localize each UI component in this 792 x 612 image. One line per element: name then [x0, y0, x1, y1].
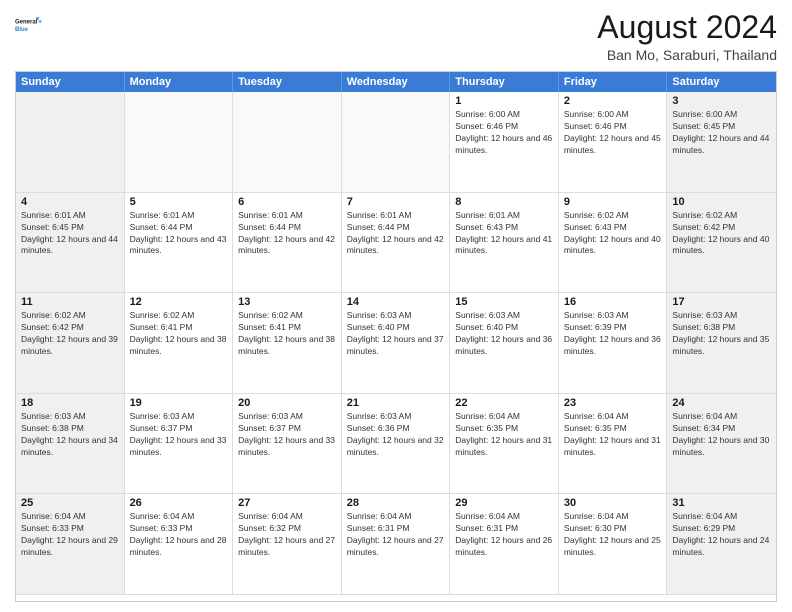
table-row: 22Sunrise: 6:04 AM Sunset: 6:35 PM Dayli…	[450, 394, 559, 495]
cell-content: Sunrise: 6:02 AM Sunset: 6:43 PM Dayligh…	[564, 210, 662, 258]
table-row: 30Sunrise: 6:04 AM Sunset: 6:30 PM Dayli…	[559, 494, 668, 595]
cell-content: Sunrise: 6:03 AM Sunset: 6:37 PM Dayligh…	[238, 411, 336, 459]
table-row: 8Sunrise: 6:01 AM Sunset: 6:43 PM Daylig…	[450, 193, 559, 294]
cell-content: Sunrise: 6:03 AM Sunset: 6:36 PM Dayligh…	[347, 411, 445, 459]
table-row	[125, 92, 234, 193]
table-row: 16Sunrise: 6:03 AM Sunset: 6:39 PM Dayli…	[559, 293, 668, 394]
cell-content: Sunrise: 6:03 AM Sunset: 6:39 PM Dayligh…	[564, 310, 662, 358]
cell-content: Sunrise: 6:04 AM Sunset: 6:31 PM Dayligh…	[347, 511, 445, 559]
table-row: 7Sunrise: 6:01 AM Sunset: 6:44 PM Daylig…	[342, 193, 451, 294]
cell-content: Sunrise: 6:00 AM Sunset: 6:45 PM Dayligh…	[672, 109, 771, 157]
table-row	[16, 92, 125, 193]
header-sunday: Sunday	[16, 72, 125, 92]
table-row: 28Sunrise: 6:04 AM Sunset: 6:31 PM Dayli…	[342, 494, 451, 595]
logo: General Blue	[15, 10, 45, 40]
svg-text:General: General	[15, 19, 38, 25]
header-tuesday: Tuesday	[233, 72, 342, 92]
header-friday: Friday	[559, 72, 668, 92]
table-row: 18Sunrise: 6:03 AM Sunset: 6:38 PM Dayli…	[16, 394, 125, 495]
cell-content: Sunrise: 6:04 AM Sunset: 6:33 PM Dayligh…	[21, 511, 119, 559]
cell-content: Sunrise: 6:01 AM Sunset: 6:44 PM Dayligh…	[130, 210, 228, 258]
table-row: 24Sunrise: 6:04 AM Sunset: 6:34 PM Dayli…	[667, 394, 776, 495]
header-wednesday: Wednesday	[342, 72, 451, 92]
table-row: 14Sunrise: 6:03 AM Sunset: 6:40 PM Dayli…	[342, 293, 451, 394]
cell-content: Sunrise: 6:04 AM Sunset: 6:32 PM Dayligh…	[238, 511, 336, 559]
table-row: 19Sunrise: 6:03 AM Sunset: 6:37 PM Dayli…	[125, 394, 234, 495]
cell-content: Sunrise: 6:03 AM Sunset: 6:37 PM Dayligh…	[130, 411, 228, 459]
main-title: August 2024	[597, 10, 777, 45]
table-row: 4Sunrise: 6:01 AM Sunset: 6:45 PM Daylig…	[16, 193, 125, 294]
table-row: 5Sunrise: 6:01 AM Sunset: 6:44 PM Daylig…	[125, 193, 234, 294]
table-row: 9Sunrise: 6:02 AM Sunset: 6:43 PM Daylig…	[559, 193, 668, 294]
cell-content: Sunrise: 6:03 AM Sunset: 6:38 PM Dayligh…	[21, 411, 119, 459]
header-monday: Monday	[125, 72, 234, 92]
cell-content: Sunrise: 6:04 AM Sunset: 6:34 PM Dayligh…	[672, 411, 771, 459]
table-row: 29Sunrise: 6:04 AM Sunset: 6:31 PM Dayli…	[450, 494, 559, 595]
cell-content: Sunrise: 6:01 AM Sunset: 6:43 PM Dayligh…	[455, 210, 553, 258]
header-saturday: Saturday	[667, 72, 776, 92]
cell-content: Sunrise: 6:04 AM Sunset: 6:35 PM Dayligh…	[455, 411, 553, 459]
header-thursday: Thursday	[450, 72, 559, 92]
table-row: 12Sunrise: 6:02 AM Sunset: 6:41 PM Dayli…	[125, 293, 234, 394]
page: General Blue August 2024 Ban Mo, Saraburi…	[0, 0, 792, 612]
cell-content: Sunrise: 6:04 AM Sunset: 6:30 PM Dayligh…	[564, 511, 662, 559]
calendar-body: 1Sunrise: 6:00 AM Sunset: 6:46 PM Daylig…	[16, 92, 776, 595]
table-row: 20Sunrise: 6:03 AM Sunset: 6:37 PM Dayli…	[233, 394, 342, 495]
subtitle: Ban Mo, Saraburi, Thailand	[597, 47, 777, 63]
logo-icon: General Blue	[15, 10, 45, 40]
table-row: 10Sunrise: 6:02 AM Sunset: 6:42 PM Dayli…	[667, 193, 776, 294]
header: General Blue August 2024 Ban Mo, Saraburi…	[15, 10, 777, 63]
table-row: 1Sunrise: 6:00 AM Sunset: 6:46 PM Daylig…	[450, 92, 559, 193]
cell-content: Sunrise: 6:01 AM Sunset: 6:45 PM Dayligh…	[21, 210, 119, 258]
cell-content: Sunrise: 6:04 AM Sunset: 6:33 PM Dayligh…	[130, 511, 228, 559]
table-row: 31Sunrise: 6:04 AM Sunset: 6:29 PM Dayli…	[667, 494, 776, 595]
cell-content: Sunrise: 6:04 AM Sunset: 6:31 PM Dayligh…	[455, 511, 553, 559]
cell-content: Sunrise: 6:03 AM Sunset: 6:40 PM Dayligh…	[455, 310, 553, 358]
cell-content: Sunrise: 6:01 AM Sunset: 6:44 PM Dayligh…	[347, 210, 445, 258]
cell-content: Sunrise: 6:02 AM Sunset: 6:42 PM Dayligh…	[672, 210, 771, 258]
cell-content: Sunrise: 6:03 AM Sunset: 6:38 PM Dayligh…	[672, 310, 771, 358]
table-row: 17Sunrise: 6:03 AM Sunset: 6:38 PM Dayli…	[667, 293, 776, 394]
calendar: Sunday Monday Tuesday Wednesday Thursday…	[15, 71, 777, 602]
table-row: 23Sunrise: 6:04 AM Sunset: 6:35 PM Dayli…	[559, 394, 668, 495]
title-section: August 2024 Ban Mo, Saraburi, Thailand	[597, 10, 777, 63]
cell-content: Sunrise: 6:04 AM Sunset: 6:35 PM Dayligh…	[564, 411, 662, 459]
table-row: 3Sunrise: 6:00 AM Sunset: 6:45 PM Daylig…	[667, 92, 776, 193]
table-row: 15Sunrise: 6:03 AM Sunset: 6:40 PM Dayli…	[450, 293, 559, 394]
cell-content: Sunrise: 6:02 AM Sunset: 6:41 PM Dayligh…	[238, 310, 336, 358]
table-row	[342, 92, 451, 193]
cell-content: Sunrise: 6:00 AM Sunset: 6:46 PM Dayligh…	[564, 109, 662, 157]
cell-content: Sunrise: 6:00 AM Sunset: 6:46 PM Dayligh…	[455, 109, 553, 157]
table-row: 11Sunrise: 6:02 AM Sunset: 6:42 PM Dayli…	[16, 293, 125, 394]
svg-text:Blue: Blue	[15, 27, 29, 33]
cell-content: Sunrise: 6:02 AM Sunset: 6:41 PM Dayligh…	[130, 310, 228, 358]
cell-content: Sunrise: 6:03 AM Sunset: 6:40 PM Dayligh…	[347, 310, 445, 358]
cell-content: Sunrise: 6:04 AM Sunset: 6:29 PM Dayligh…	[672, 511, 771, 559]
table-row: 25Sunrise: 6:04 AM Sunset: 6:33 PM Dayli…	[16, 494, 125, 595]
table-row: 26Sunrise: 6:04 AM Sunset: 6:33 PM Dayli…	[125, 494, 234, 595]
calendar-header: Sunday Monday Tuesday Wednesday Thursday…	[16, 72, 776, 92]
table-row: 6Sunrise: 6:01 AM Sunset: 6:44 PM Daylig…	[233, 193, 342, 294]
table-row: 13Sunrise: 6:02 AM Sunset: 6:41 PM Dayli…	[233, 293, 342, 394]
table-row: 21Sunrise: 6:03 AM Sunset: 6:36 PM Dayli…	[342, 394, 451, 495]
table-row: 2Sunrise: 6:00 AM Sunset: 6:46 PM Daylig…	[559, 92, 668, 193]
cell-content: Sunrise: 6:01 AM Sunset: 6:44 PM Dayligh…	[238, 210, 336, 258]
table-row	[233, 92, 342, 193]
table-row: 27Sunrise: 6:04 AM Sunset: 6:32 PM Dayli…	[233, 494, 342, 595]
cell-content: Sunrise: 6:02 AM Sunset: 6:42 PM Dayligh…	[21, 310, 119, 358]
